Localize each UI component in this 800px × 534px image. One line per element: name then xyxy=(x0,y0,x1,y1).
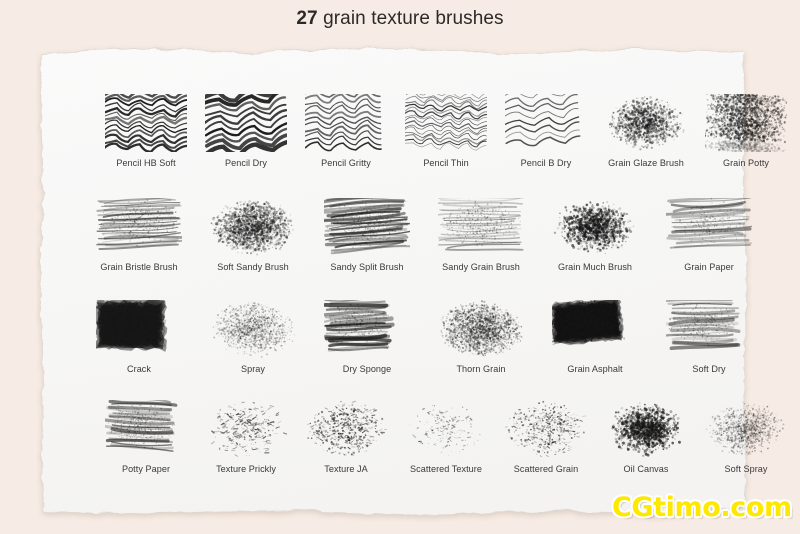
brush-label: Soft Spray xyxy=(724,464,768,474)
brush-stroke-swatch xyxy=(698,396,794,462)
brush-preview-item[interactable]: Pencil B Dry xyxy=(498,90,594,169)
brush-preview-item[interactable]: Grain Potty xyxy=(698,90,794,169)
brush-stroke-swatch xyxy=(498,396,594,462)
title-text: grain texture brushes xyxy=(317,8,504,29)
brush-stroke-swatch xyxy=(426,296,536,362)
watermark-cgtimo: CGtimo.com xyxy=(612,492,792,523)
brush-preview-item[interactable]: Soft Dry xyxy=(654,296,764,375)
brush-label: Grain Bristle Brush xyxy=(100,262,178,272)
brush-preview-item[interactable]: Sandy Grain Brush xyxy=(426,194,536,273)
brush-label: Pencil Dry xyxy=(225,158,267,168)
brush-grid: Pencil HB Soft Pencil Dry Pencil Gritty Pen… xyxy=(36,44,787,522)
brush-preview-item[interactable]: Texture Prickly xyxy=(198,396,294,475)
brush-stroke-swatch xyxy=(298,90,394,156)
brush-label: Grain Potty xyxy=(722,158,770,168)
brush-label: Spray xyxy=(240,364,265,374)
brush-preview-item[interactable]: Grain Much Brush xyxy=(540,194,650,273)
brush-stroke-swatch xyxy=(84,194,194,260)
brush-label: Soft Dry xyxy=(692,364,726,374)
brush-label: Thorn Grain xyxy=(456,364,506,374)
brush-preview-item[interactable]: Texture JA xyxy=(298,396,394,475)
brush-preview-item[interactable]: Thorn Grain xyxy=(426,296,536,375)
brush-preview-item[interactable]: Grain Paper xyxy=(654,194,764,273)
brush-stroke-swatch xyxy=(198,296,308,362)
brush-preview-item[interactable]: Pencil Thin xyxy=(398,90,494,169)
screenshot-root: 27 grain texture brushes Pencil HB Soft … xyxy=(0,0,800,534)
brush-label: Grain Paper xyxy=(684,262,734,272)
brush-stroke-swatch xyxy=(398,90,494,156)
brush-preview-item[interactable]: Sandy Split Brush xyxy=(312,194,422,273)
brush-label: Pencil Thin xyxy=(423,158,469,168)
brush-preview-item[interactable]: Grain Bristle Brush xyxy=(84,194,194,273)
brush-preview-item[interactable]: Crack xyxy=(84,296,194,375)
brush-stroke-swatch xyxy=(312,194,422,260)
brush-stroke-swatch xyxy=(598,396,694,462)
page-title: 27 grain texture brushes xyxy=(0,8,800,30)
brush-stroke-swatch xyxy=(84,296,194,362)
brush-label: Grain Much Brush xyxy=(557,262,633,272)
brush-label: Scattered Grain xyxy=(513,464,579,474)
brush-label: Potty Paper xyxy=(121,464,171,474)
brush-preview-item[interactable]: Scattered Texture xyxy=(398,396,494,475)
brush-label: Pencil B Dry xyxy=(520,158,572,168)
brush-preview-item[interactable]: Soft Spray xyxy=(698,396,794,475)
brush-stroke-swatch xyxy=(540,194,650,260)
brush-label: Sandy Grain Brush xyxy=(442,262,520,272)
brush-stroke-swatch xyxy=(312,296,422,362)
brush-preview-item[interactable]: Pencil Dry xyxy=(198,90,294,169)
brush-label: Pencil Gritty xyxy=(321,158,371,168)
brush-stroke-swatch xyxy=(98,90,194,156)
brush-preview-item[interactable]: Soft Sandy Brush xyxy=(198,194,308,273)
brush-preview-item[interactable]: Grain Glaze Brush xyxy=(598,90,694,169)
brush-stroke-swatch xyxy=(698,90,794,156)
brush-preview-item[interactable]: Spray xyxy=(198,296,308,375)
brush-preview-item[interactable]: Dry Sponge xyxy=(312,296,422,375)
brush-label: Soft Sandy Brush xyxy=(217,262,289,272)
brush-stroke-swatch xyxy=(198,90,294,156)
brush-label: Pencil HB Soft xyxy=(116,158,176,168)
brush-stroke-swatch xyxy=(98,396,194,462)
brush-preview-item[interactable]: Pencil HB Soft xyxy=(98,90,194,169)
brush-preview-item[interactable]: Grain Asphalt xyxy=(540,296,650,375)
brush-label: Texture Prickly xyxy=(216,464,276,474)
brush-label: Oil Canvas xyxy=(623,464,669,474)
brush-label: Crack xyxy=(127,364,151,374)
title-count: 27 xyxy=(296,8,318,29)
brush-stroke-swatch xyxy=(540,296,650,362)
brush-label: Scattered Texture xyxy=(410,464,482,474)
brush-label: Sandy Split Brush xyxy=(330,262,404,272)
brush-stroke-swatch xyxy=(654,296,764,362)
brush-stroke-swatch xyxy=(654,194,764,260)
brush-label: Grain Asphalt xyxy=(567,364,623,374)
brush-stroke-swatch xyxy=(426,194,536,260)
brush-preview-item[interactable]: Potty Paper xyxy=(98,396,194,475)
brush-preview-item[interactable]: Oil Canvas xyxy=(598,396,694,475)
brush-stroke-swatch xyxy=(398,396,494,462)
brush-label: Texture JA xyxy=(324,464,368,474)
brush-preview-item[interactable]: Scattered Grain xyxy=(498,396,594,475)
brush-stroke-swatch xyxy=(598,90,694,156)
brush-stroke-swatch xyxy=(198,396,294,462)
brush-label: Grain Glaze Brush xyxy=(608,158,684,168)
brush-stroke-swatch xyxy=(198,194,308,260)
brush-stroke-swatch xyxy=(498,90,594,156)
brush-stroke-swatch xyxy=(298,396,394,462)
brush-preview-item[interactable]: Pencil Gritty xyxy=(298,90,394,169)
brush-label: Dry Sponge xyxy=(342,364,392,374)
